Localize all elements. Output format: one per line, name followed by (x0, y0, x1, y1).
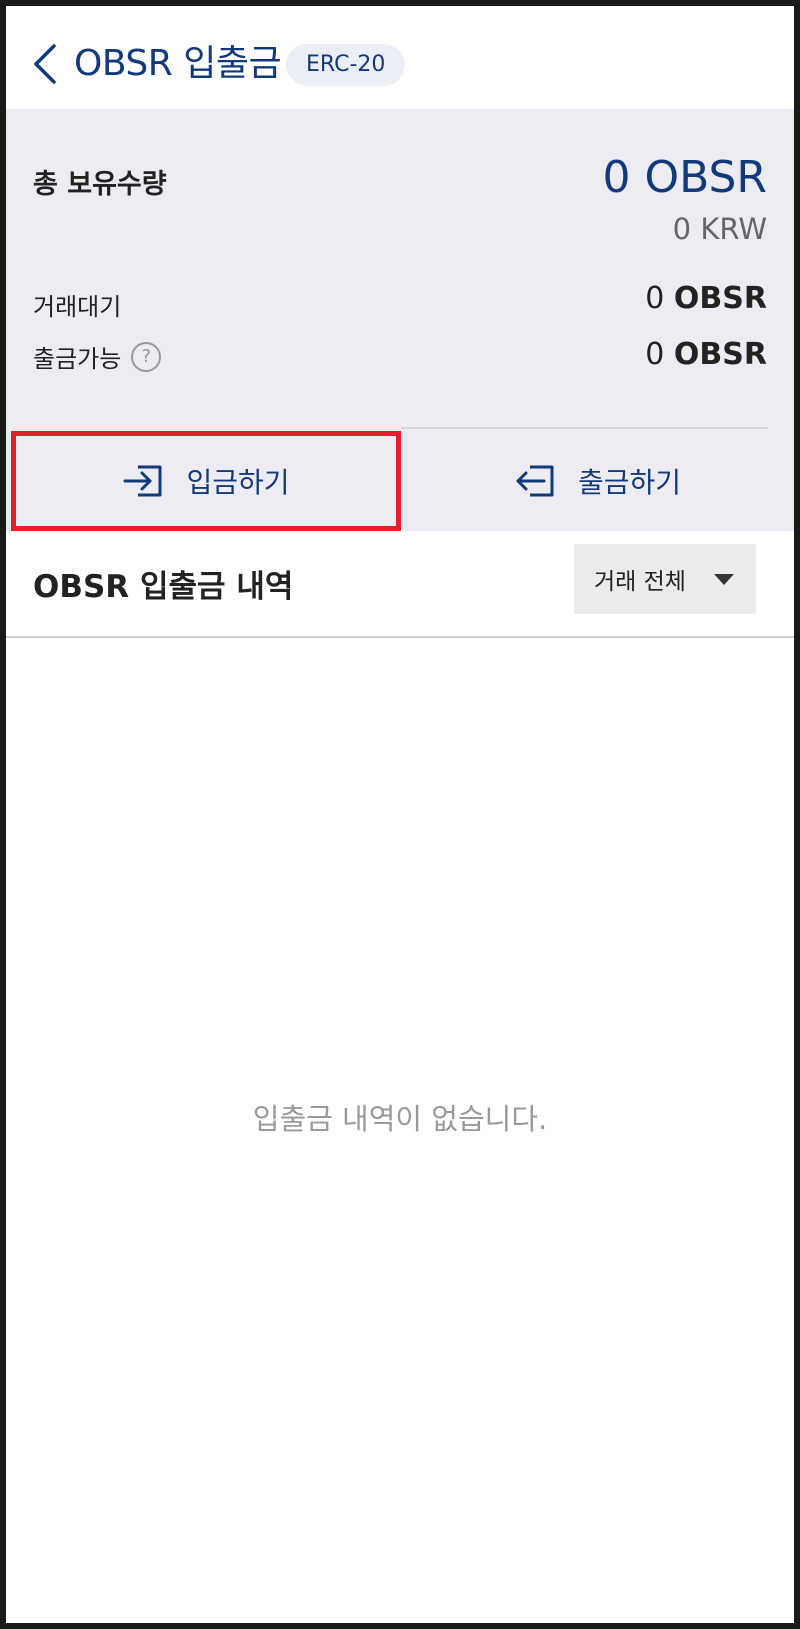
history-title: OBSR 입출금 내역 (33, 569, 294, 605)
filter-selected-label: 거래 전체 (594, 569, 686, 595)
caret-down-icon (714, 574, 734, 585)
pending-amount: 0 (645, 281, 665, 316)
withdraw-label: 출금하기 (577, 466, 682, 499)
total-holdings-value: 0 OBSR (602, 152, 767, 203)
deposit-button[interactable]: 입금하기 (11, 431, 401, 531)
chevron-left-icon (34, 44, 56, 84)
transaction-filter-dropdown[interactable]: 거래 전체 (574, 544, 756, 614)
total-holdings-label: 총 보유수량 (33, 169, 167, 200)
pending-label: 거래대기 (33, 287, 121, 322)
network-badge: ERC-20 (286, 44, 406, 86)
app-screen: OBSR 입출금 ERC-20 총 보유수량 0 OBSR 0 KRW 거래대기… (6, 6, 794, 1623)
pending-label-text: 거래대기 (33, 293, 122, 321)
balance-summary: 총 보유수량 0 OBSR 0 KRW 거래대기 0 OBSR 출금가능 ? 0… (6, 109, 794, 531)
withdraw-button[interactable]: 출금하기 (401, 431, 794, 531)
back-button[interactable] (28, 42, 68, 86)
sign-out-arrow-icon (516, 465, 554, 497)
empty-history-message: 입출금 내역이 없습니다. (252, 1102, 548, 1136)
total-krw-value: 0 KRW (672, 212, 767, 246)
pending-value: 0 OBSR (645, 281, 767, 316)
withdrawable-label-text: 출금가능 (33, 345, 122, 373)
withdrawable-label: 출금가능 ? (33, 339, 162, 374)
app-header: OBSR 입출금 ERC-20 (6, 6, 794, 109)
question-circle-icon[interactable]: ? (131, 341, 162, 372)
pending-unit: OBSR (673, 281, 767, 316)
withdrawable-unit: OBSR (673, 337, 767, 372)
page-title: OBSR 입출금 (74, 43, 282, 84)
withdrawable-value: 0 OBSR (645, 337, 767, 372)
divider (401, 427, 768, 429)
history-header: OBSR 입출금 내역 거래 전체 (6, 531, 794, 638)
sign-in-arrow-icon (123, 465, 162, 497)
withdrawable-amount: 0 (645, 337, 665, 372)
deposit-label: 입금하기 (186, 466, 290, 499)
